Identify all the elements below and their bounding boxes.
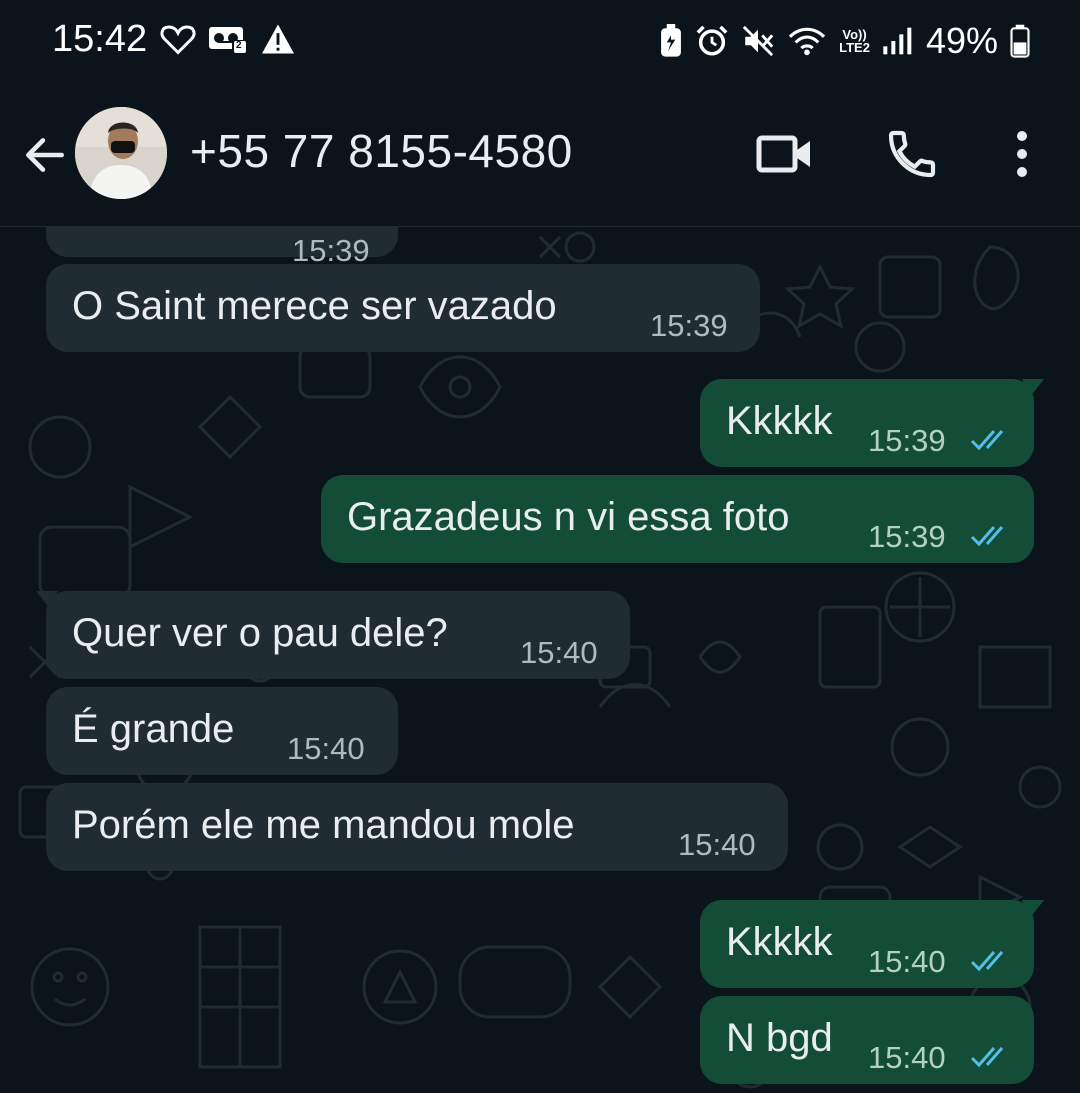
message-time: 15:40 — [868, 944, 946, 979]
message-text: Kkkkk — [726, 399, 833, 443]
message-outgoing[interactable]: Grazadeus n vi essa foto 15:39 — [321, 475, 1034, 563]
message-outgoing[interactable]: Kkkkk 15:39 — [700, 379, 1044, 467]
avatar[interactable] — [75, 107, 167, 199]
message-incoming[interactable]: Porém ele me mandou mole 15:40 — [46, 783, 788, 871]
message-time: 15:40 — [520, 635, 598, 670]
message-incoming[interactable]: É grande 15:40 — [46, 687, 398, 775]
warning-icon — [262, 24, 294, 54]
read-receipt-icon — [970, 526, 1004, 547]
message-text: N bgd — [726, 1016, 833, 1060]
bubble-tail — [1022, 900, 1044, 918]
wifi-icon — [789, 27, 826, 56]
read-receipt-icon — [970, 1047, 1004, 1068]
voicemail-count: 2 — [236, 40, 242, 51]
status-time: 15:42 — [52, 18, 148, 60]
voicemail-icon: 2 — [208, 24, 248, 54]
battery-icon — [1010, 24, 1030, 58]
alarm-icon — [696, 25, 728, 56]
video-call-icon[interactable] — [756, 132, 814, 176]
mute-icon — [742, 25, 774, 57]
phone-call-icon[interactable] — [884, 126, 940, 182]
bubble-tail — [1022, 379, 1044, 397]
message-text: Kkkkk — [726, 920, 833, 964]
message-outgoing[interactable]: Kkkkk 15:40 — [700, 900, 1044, 988]
battery-saver-icon — [661, 24, 682, 57]
message-time: 15:39 — [868, 519, 946, 554]
read-receipt-icon — [970, 430, 1004, 451]
signal-icon — [883, 27, 912, 55]
message-text: Quer ver o pau dele? — [72, 611, 448, 655]
message-incoming[interactable]: O Saint merece ser vazado 15:39 — [46, 264, 760, 352]
heart-icon — [160, 25, 196, 55]
chat-header: +55 77 8155-4580 — [0, 80, 1080, 227]
message-text: O Saint merece ser vazado — [72, 284, 557, 328]
message-incoming[interactable]: Quer ver o pau dele? 15:40 — [36, 591, 630, 679]
bubble-tail — [36, 591, 58, 609]
message-text: Porém ele me mandou mole — [72, 803, 575, 847]
message-time: 15:40 — [868, 1040, 946, 1075]
message-time: 15:40 — [287, 731, 365, 766]
read-receipt-icon — [970, 951, 1004, 972]
contact-name[interactable]: +55 77 8155-4580 — [190, 124, 573, 178]
more-options-icon[interactable] — [1008, 128, 1036, 180]
message-text: Grazadeus n vi essa foto — [347, 495, 790, 539]
message-time: 15:40 — [678, 827, 756, 862]
chat-area[interactable]: 15:39 O Saint merece ser vazado 15:39 Kk… — [0, 227, 1080, 1093]
message-time: 15:39 — [650, 308, 728, 343]
message-incoming-partial[interactable]: 15:39 — [46, 227, 398, 268]
message-time: 15:39 — [868, 423, 946, 458]
message-outgoing[interactable]: N bgd 15:40 — [700, 996, 1034, 1084]
battery-percent: 49% — [925, 20, 998, 61]
network-type-label: Vo)) LTE2 — [839, 27, 870, 55]
back-arrow-icon[interactable] — [20, 130, 70, 180]
message-text: É grande — [72, 707, 235, 751]
status-bar: 15:42 2 Vo)) LTE2 49% — [0, 0, 1080, 80]
